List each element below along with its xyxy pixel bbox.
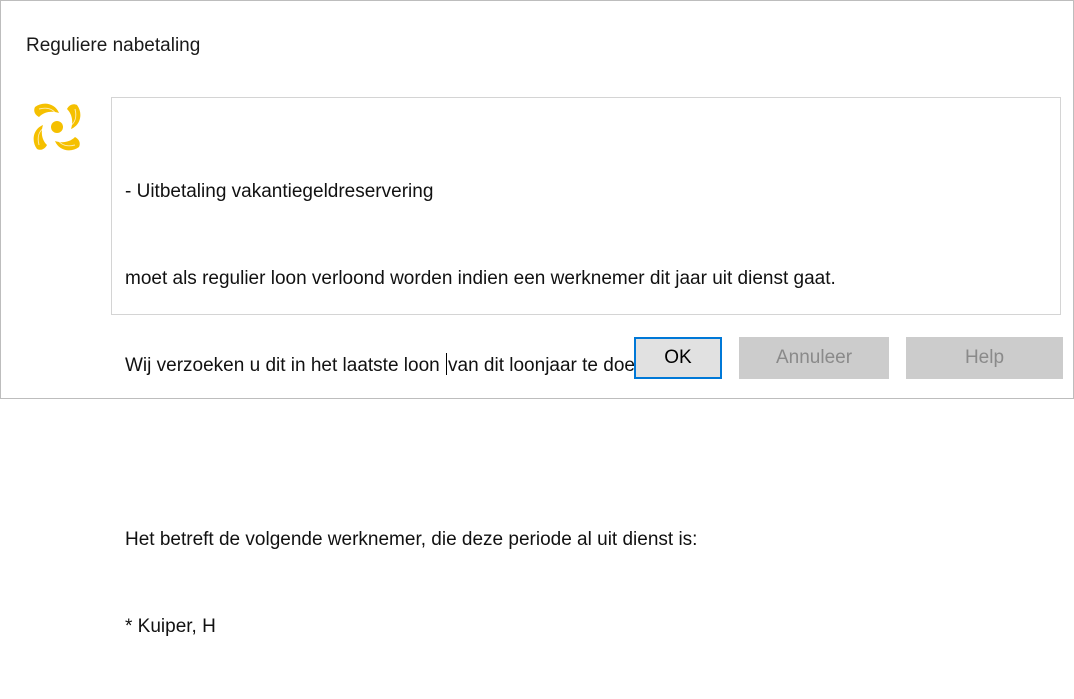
message-line: Wij verzoeken u dit in het laatste loon …	[125, 351, 836, 380]
message-text: - Uitbetaling vakantiegeldreservering mo…	[125, 119, 836, 699]
message-line: moet als regulier loon verloond worden i…	[125, 268, 836, 289]
message-line-part: Wij verzoeken u dit in het laatste loon	[125, 355, 446, 376]
yellow-spiral-logo-icon	[33, 103, 81, 151]
message-line: * Kuiper, H	[125, 616, 216, 637]
message-line: Het betreft de volgende werknemer, die d…	[125, 529, 698, 550]
message-box[interactable]: - Uitbetaling vakantiegeldreservering mo…	[111, 97, 1061, 637]
text-caret	[446, 353, 448, 375]
dialog-window: Reguliere nabetaling - Uitbetaling vakan…	[0, 0, 1074, 637]
message-line: - Uitbetaling vakantiegeldreservering	[125, 181, 434, 202]
message-line-part: van dit loonjaar te doen.	[448, 355, 651, 376]
help-button[interactable]: Help	[906, 337, 1063, 379]
cancel-button[interactable]: Annuleer	[739, 337, 889, 379]
dialog-title: Reguliere nabetaling	[26, 35, 201, 56]
ok-button[interactable]: OK	[634, 337, 722, 379]
